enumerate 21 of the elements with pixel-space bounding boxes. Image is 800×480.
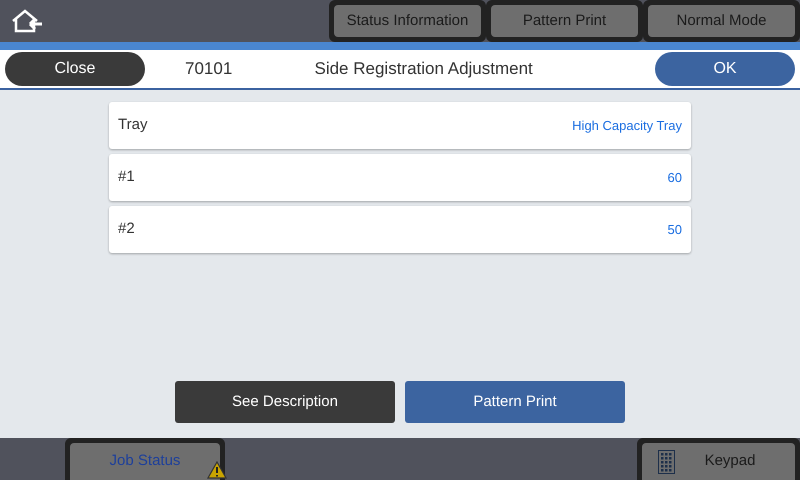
action-button[interactable]: See Description — [175, 381, 395, 423]
home-icon[interactable] — [10, 8, 44, 34]
setting-label: #1 — [118, 167, 135, 188]
top-bar-button[interactable]: Pattern Print — [491, 5, 638, 37]
setting-row[interactable]: Tray High Capacity Tray — [109, 102, 691, 149]
ok-button[interactable]: OK — [655, 52, 795, 86]
setting-row[interactable]: #1 60 — [109, 154, 691, 201]
top-bar-button[interactable]: Status Information — [334, 5, 481, 37]
setting-label: #2 — [118, 219, 135, 240]
setting-code: 70101 — [185, 58, 232, 80]
action-button[interactable]: Pattern Print — [405, 381, 625, 423]
setting-label: Tray — [118, 115, 148, 136]
setting-value: 50 — [668, 220, 682, 239]
keypad-button[interactable]: Keypad — [642, 443, 795, 480]
close-button[interactable]: Close — [5, 52, 145, 86]
setting-value: 60 — [668, 168, 682, 187]
setting-row[interactable]: #2 50 — [109, 206, 691, 253]
keypad-icon — [658, 450, 675, 474]
top-bar-button[interactable]: Normal Mode — [648, 5, 795, 37]
setting-value: High Capacity Tray — [572, 116, 682, 135]
screen-title: Side Registration Adjustment — [313, 58, 534, 80]
